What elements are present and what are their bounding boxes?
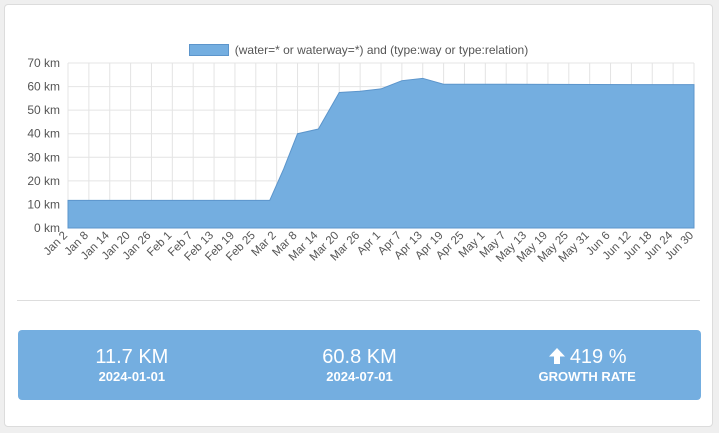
chart-area — [67, 77, 695, 229]
y-tick-label: 40 km — [27, 127, 60, 141]
arrow-up-icon — [548, 347, 565, 364]
end-date: 2024-07-01 — [326, 368, 393, 384]
area-chart: 0 km10 km20 km30 km40 km50 km60 km70 km … — [27, 56, 696, 265]
y-tick-label: 50 km — [27, 103, 60, 117]
y-tick-label: 30 km — [27, 150, 60, 164]
series-area — [67, 77, 695, 229]
growth-value-row: 419 % — [548, 346, 627, 368]
y-tick-label: 70 km — [27, 56, 60, 70]
start-date: 2024-01-01 — [98, 368, 166, 384]
stat-start: 11.7 KM 2024-01-01 — [18, 330, 246, 400]
stats-panel: 11.7 KM 2024-01-01 60.8 KM 2024-07-01 41… — [18, 330, 701, 400]
x-axis-labels: Jan 2Jan 8Jan 14Jan 20Jan 26Feb 1Feb 7Fe… — [42, 229, 696, 265]
y-axis-labels: 0 km 10 km 20 km 30 km 40 km 50 km 60 km 70 km — [27, 56, 60, 235]
chart-card: (water=* or waterway=*) and (type:way or… — [4, 4, 713, 427]
y-tick-label: 10 km — [27, 197, 60, 211]
stat-end: 60.8 KM 2024-07-01 — [246, 330, 474, 400]
growth-value: 419 % — [569, 345, 627, 368]
section-divider — [17, 300, 700, 301]
y-tick-label: 60 km — [27, 80, 60, 94]
stat-growth: 419 % GROWTH RATE — [473, 330, 701, 400]
y-tick-label: 0 km — [34, 221, 60, 235]
start-value: 11.7 KM — [95, 345, 169, 368]
growth-label: GROWTH RATE — [538, 368, 636, 384]
y-tick-label: 20 km — [27, 174, 60, 188]
x-tick-label: Apr 1 — [355, 230, 383, 258]
end-value: 60.8 KM — [322, 345, 397, 368]
